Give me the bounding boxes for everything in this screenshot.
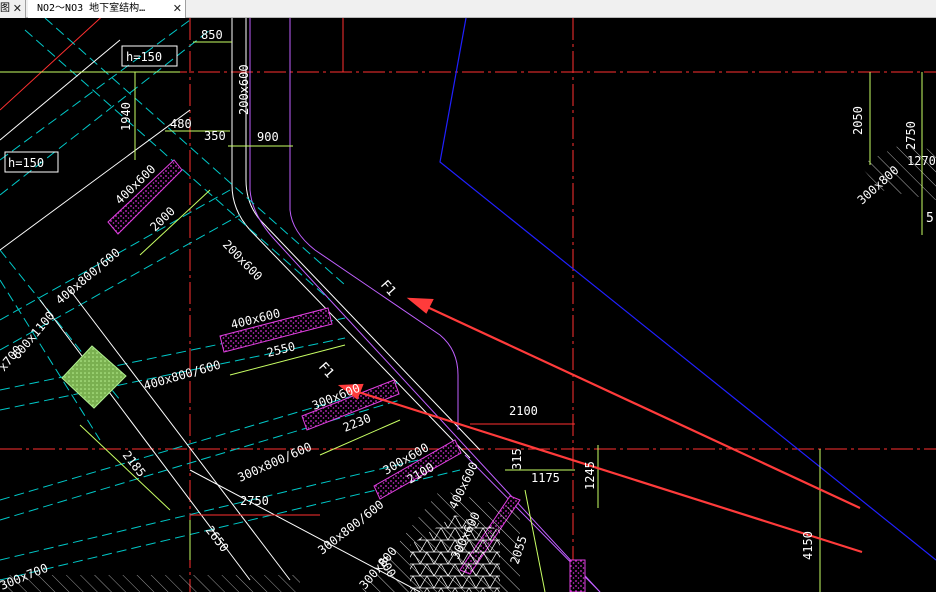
tab-current-drawing[interactable]: NO2～NO3 地下室结构… ✕ xyxy=(28,0,186,18)
dim-text: 2000 xyxy=(147,204,178,234)
tab-label: NO2～NO3 地下室结构… xyxy=(37,3,146,14)
tag-boxes xyxy=(4,45,178,173)
dim-text: 850 xyxy=(201,28,223,42)
beam-label: 400x800/600 xyxy=(142,358,222,393)
beam-label: 200x600 xyxy=(220,237,265,283)
section-markers: F1 F1 5 xyxy=(315,211,934,381)
dim-text: 1270 xyxy=(907,154,936,168)
dim-text: 2550 xyxy=(265,339,296,360)
dim-text: 2050 xyxy=(851,106,865,135)
dim-text: 2100 xyxy=(509,404,538,418)
dim-text: 2750 xyxy=(904,121,918,150)
dim-text: 350 xyxy=(204,129,226,143)
dim-text: 900 xyxy=(257,130,279,144)
cad-canvas[interactable]: h=150 h=150 850 1940 480 350 900 2000 25… xyxy=(0,18,936,592)
dim-text: 1245 xyxy=(583,461,597,490)
slab-thickness-tag: h=150 xyxy=(8,156,44,170)
tab-label: 图 xyxy=(0,3,10,14)
site-boundary xyxy=(439,18,936,561)
dim-text: 1940 xyxy=(119,102,133,131)
pile-cap xyxy=(61,345,127,409)
dim-text: 1175 xyxy=(531,471,560,485)
cad-drawing[interactable]: h=150 h=150 850 1940 480 350 900 2000 25… xyxy=(0,18,936,592)
document-tab-bar: 图 ✕ NO2～NO3 地下室结构… ✕ xyxy=(0,0,936,18)
slab-thickness-tag: h=150 xyxy=(126,50,162,64)
beam-label: 200x600 xyxy=(237,64,251,115)
section-marker-f1: F1 xyxy=(315,360,337,382)
dim-text: 315 xyxy=(510,448,524,470)
annotation-arrows xyxy=(337,297,863,554)
section-marker-f1: F1 xyxy=(377,278,399,300)
beam-label: 400x800/600 xyxy=(53,245,123,307)
beam-label: 300x800/600 xyxy=(236,440,314,485)
close-icon[interactable]: ✕ xyxy=(173,0,182,17)
close-icon[interactable]: ✕ xyxy=(13,0,22,17)
dim-text: 480 xyxy=(170,117,192,131)
beam-label: 300x800/600 xyxy=(315,497,386,557)
dim-text: 2750 xyxy=(240,494,269,508)
tail-text: 5 xyxy=(926,211,934,226)
dim-text: 4150 xyxy=(801,531,815,560)
tab-previous-drawing[interactable]: 图 ✕ xyxy=(0,0,26,18)
